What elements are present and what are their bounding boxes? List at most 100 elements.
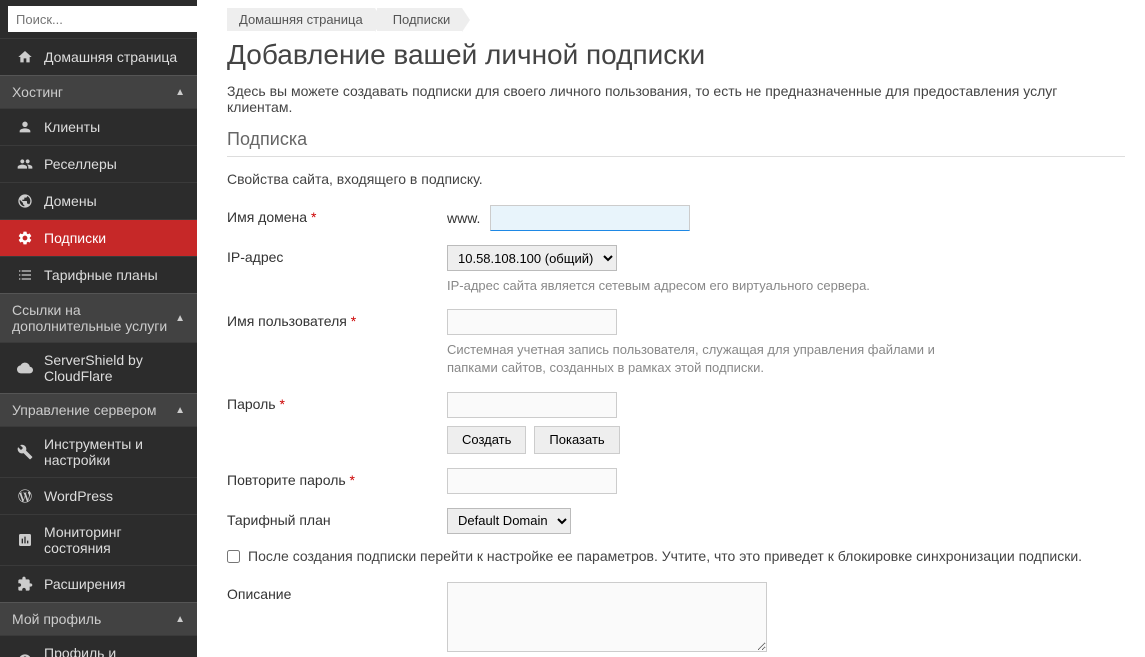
breadcrumb-home[interactable]: Домашняя страница [227,8,375,31]
people-icon [16,155,34,173]
home-icon [16,48,34,66]
breadcrumb: Домашняя страница Подписки [227,8,1125,31]
breadcrumb-subscriptions[interactable]: Подписки [377,8,463,31]
nav-extensions[interactable]: Расширения [0,565,197,602]
extensions-icon [16,575,34,593]
field-ip: 10.58.108.100 (общий) IP-адрес сайта явл… [447,245,1047,295]
label-text: Имя пользователя [227,313,347,329]
section-profile[interactable]: Мой профиль ▲ [0,602,197,635]
page-title: Добавление вашей личной подписки [227,39,1125,71]
cloud-icon [16,359,34,377]
tools-icon [16,443,34,461]
section-label: Ссылки на дополнительные услуги [12,302,175,334]
nav-profile-settings[interactable]: Профиль и настройки [0,635,197,657]
nav-label: Домашняя страница [44,49,177,65]
nav-monitoring[interactable]: Мониторинг состояния [0,514,197,565]
description-textarea[interactable] [447,582,767,652]
nav-label: Реселлеры [44,156,117,172]
section-links[interactable]: Ссылки на дополнительные услуги ▲ [0,293,197,342]
generate-button[interactable]: Создать [447,426,526,454]
person-icon [16,118,34,136]
nav-wordpress[interactable]: WordPress [0,477,197,514]
label-password: Пароль * [227,392,447,454]
required-mark: * [351,313,356,329]
row-domain: Имя домена * www. [227,205,1125,231]
section-server[interactable]: Управление сервером ▲ [0,393,197,426]
chevron-up-icon: ▲ [175,87,185,98]
nav-label: Домены [44,193,97,209]
main-content: Домашняя страница Подписки Добавление ва… [197,0,1145,657]
crumb-label: Домашняя страница [239,12,363,27]
chevron-up-icon: ▲ [175,405,185,416]
nav-clients[interactable]: Клиенты [0,108,197,145]
globe-icon [16,192,34,210]
nav-resellers[interactable]: Реселлеры [0,145,197,182]
plan-select[interactable]: Default Domain [447,508,571,534]
label-plan: Тарифный план [227,508,447,534]
profile-icon [16,652,34,657]
label-repeat-password: Повторите пароль * [227,468,447,494]
required-mark: * [311,209,316,225]
nav-subscriptions[interactable]: Подписки [0,219,197,256]
nav-label: Подписки [44,230,106,246]
repeat-password-input[interactable] [447,468,617,494]
password-input[interactable] [447,392,617,418]
monitor-icon [16,531,34,549]
row-plan: Тарифный план Default Domain [227,508,1125,534]
section-label: Хостинг [12,84,63,100]
nav-label: Инструменты и настройки [44,436,185,468]
ip-select[interactable]: 10.58.108.100 (общий) [447,245,617,271]
nav-servershield[interactable]: ServerShield by CloudFlare [0,342,197,393]
domain-input[interactable] [490,205,690,231]
field-password: Создать Показать [447,392,1047,454]
row-description: Описание Эта информация видна только хос… [227,582,1125,657]
crumb-label: Подписки [393,12,451,27]
field-plan: Default Domain [447,508,1047,534]
field-description: Эта информация видна только хостинг-пров… [447,582,1047,657]
section-desc: Свойства сайта, входящего в подписку. [227,171,1125,187]
page-intro: Здесь вы можете создавать подписки для с… [227,83,1125,115]
field-domain: www. [447,205,1047,231]
domain-prefix: www. [447,210,480,226]
row-username: Имя пользователя * Системная учетная зап… [227,309,1125,377]
label-text: Имя домена [227,209,307,225]
nav-domains[interactable]: Домены [0,182,197,219]
label-text: Повторите пароль [227,472,346,488]
ip-help: IP-адрес сайта является сетевым адресом … [447,277,947,295]
proceed-checkbox[interactable] [227,550,240,563]
sidebar: Домашняя страница Хостинг ▲ Клиенты Ресе… [0,0,197,657]
nav-label: Профиль и настройки [44,645,185,657]
section-label: Мой профиль [12,611,101,627]
row-password: Пароль * Создать Показать [227,392,1125,454]
search-container [0,0,197,38]
search-input[interactable] [8,6,197,32]
required-mark: * [350,472,355,488]
nav-label: Мониторинг состояния [44,524,185,556]
nav-label: WordPress [44,488,113,504]
nav-plans[interactable]: Тарифные планы [0,256,197,293]
field-repeat-password [447,468,1047,494]
gear-icon [16,229,34,247]
required-mark: * [279,396,284,412]
field-username: Системная учетная запись пользователя, с… [447,309,1047,377]
label-text: Пароль [227,396,276,412]
username-help: Системная учетная запись пользователя, с… [447,341,947,377]
checkbox-label[interactable]: После создания подписки перейти к настро… [248,548,1125,564]
section-hosting[interactable]: Хостинг ▲ [0,75,197,108]
nav-label: Тарифные планы [44,267,158,283]
nav-label: Клиенты [44,119,100,135]
nav-label: Расширения [44,576,125,592]
wordpress-icon [16,487,34,505]
show-button[interactable]: Показать [534,426,619,454]
list-icon [16,266,34,284]
nav-home[interactable]: Домашняя страница [0,38,197,75]
label-ip: IP-адрес [227,245,447,295]
row-repeat-password: Повторите пароль * [227,468,1125,494]
chevron-up-icon: ▲ [175,614,185,625]
label-username: Имя пользователя * [227,309,447,377]
row-checkbox: После создания подписки перейти к настро… [227,548,1125,564]
username-input[interactable] [447,309,617,335]
row-ip: IP-адрес 10.58.108.100 (общий) IP-адрес … [227,245,1125,295]
nav-tools[interactable]: Инструменты и настройки [0,426,197,477]
section-label: Управление сервером [12,402,157,418]
